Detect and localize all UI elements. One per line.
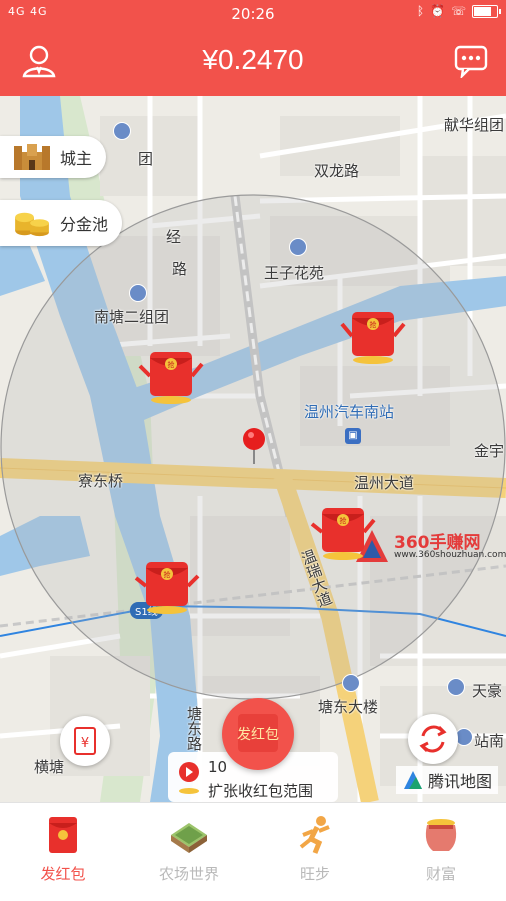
map-label: 塘东大楼 — [318, 698, 379, 716]
svg-text:抢: 抢 — [370, 320, 377, 329]
svg-text:抢: 抢 — [340, 516, 347, 525]
red-packet-icon[interactable]: 抢 — [338, 306, 408, 368]
gold-pool-button[interactable]: 分金池 — [0, 200, 123, 246]
tab-wealth[interactable]: 财富 — [378, 803, 504, 901]
gold-coins-icon — [15, 212, 49, 237]
map-label: 温州汽车南站 — [304, 403, 395, 421]
send-red-packet-label: 发红包 — [237, 727, 279, 743]
city-lord-button[interactable]: 城主 — [0, 136, 107, 178]
yuan-envelope-icon: ¥ — [74, 727, 96, 755]
tab-send-red-packet[interactable]: 发红包 — [0, 803, 126, 901]
map-label: 经 — [166, 228, 182, 246]
castle-icon — [14, 144, 50, 170]
hd-call-icon: ☏ — [450, 4, 466, 18]
refresh-button[interactable] — [408, 714, 458, 764]
bus-station-icon: ▣ — [345, 428, 361, 444]
expand-count: 10 — [208, 758, 228, 776]
svg-text:¥: ¥ — [81, 736, 89, 751]
treasure-pot-tab-icon — [425, 819, 457, 851]
map-label: 天豪 — [472, 682, 503, 700]
poi-icon — [447, 678, 465, 696]
runner-tab-icon — [299, 816, 330, 854]
expand-range-label: 扩张收红包范围 — [208, 782, 314, 800]
farm-tab-icon — [171, 823, 207, 853]
map-label: 南塘二组团 — [94, 308, 170, 326]
tencent-map-icon — [403, 771, 422, 789]
map-provider: 腾讯地图 — [395, 766, 498, 794]
map-label: 双龙路 — [314, 162, 360, 180]
location-marker-icon — [179, 762, 199, 794]
map-label: 寮东桥 — [78, 472, 124, 490]
poi-icon — [289, 238, 307, 256]
map-label: 路 — [172, 260, 188, 278]
map-provider-label: 腾讯地图 — [427, 772, 492, 791]
map-label: 金宇 — [474, 442, 505, 460]
svg-text:抢: 抢 — [164, 570, 171, 579]
message-icon[interactable] — [454, 44, 488, 78]
poi-icon — [113, 122, 131, 140]
tab-farm-world[interactable]: 农场世界 — [126, 803, 252, 901]
bottom-tab-bar: 发红包 农场世界 旺步 财富 — [0, 802, 506, 901]
balance-amount: ¥0.2470 — [202, 44, 304, 75]
map-label: 献华组团 — [444, 116, 505, 134]
watermark-url: www.360shouzhuan.com — [394, 550, 506, 560]
refresh-icon — [419, 725, 447, 753]
status-bar: 4G 4G 20:26 ᛒ ⏰ ☏ — [0, 0, 506, 28]
map-label: 王子花苑 — [264, 264, 325, 282]
location-pin-icon — [243, 428, 265, 464]
top-header: ¥0.2470 — [0, 28, 506, 96]
send-red-packet-button[interactable]: 发红包 — [222, 698, 294, 770]
envelope-button[interactable]: ¥ — [60, 716, 110, 766]
red-packet-icon[interactable]: 抢 — [136, 346, 206, 408]
map-view[interactable]: ▣ 献华组团 团 双龙路 经 路 王子花苑 南塘二组团 温州汽车南站 金宇 寮东… — [0, 96, 506, 802]
map-label: 温州大道 — [354, 474, 415, 492]
status-icons: ᛒ ⏰ ☏ — [416, 4, 501, 18]
city-lord-label: 城主 — [60, 149, 93, 168]
tab-wang-step[interactable]: 旺步 — [252, 803, 378, 901]
poi-icon — [129, 284, 147, 302]
red-packet-icon[interactable]: 抢 — [132, 556, 202, 618]
bluetooth-icon: ᛒ — [416, 4, 425, 18]
poi-icon — [342, 674, 360, 692]
red-packet-icon[interactable]: 抢 — [308, 502, 378, 564]
gold-pool-label: 分金池 — [60, 215, 109, 234]
map-label: 团 — [138, 150, 154, 168]
alarm-icon: ⏰ — [430, 4, 445, 18]
red-packet-tab-icon — [49, 817, 77, 853]
svg-text:抢: 抢 — [168, 360, 175, 369]
battery-icon — [472, 4, 501, 18]
map-label: 塘东路 — [185, 706, 203, 751]
map-label: 站南 — [474, 732, 505, 750]
